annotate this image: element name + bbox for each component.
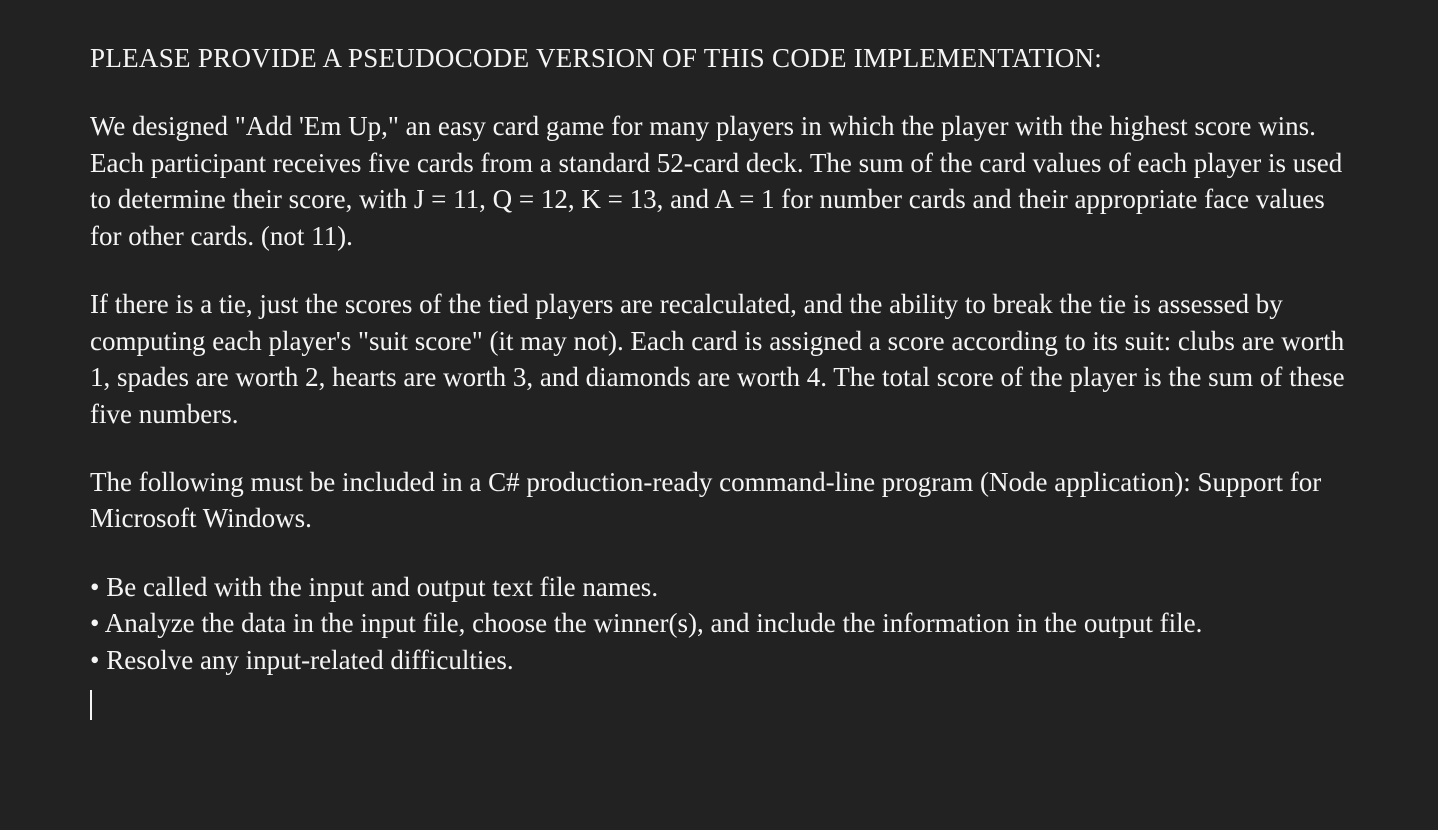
- text-cursor: [90, 690, 92, 720]
- bullet-list: • Be called with the input and output te…: [90, 569, 1348, 678]
- paragraph-2: If there is a tie, just the scores of th…: [90, 286, 1348, 432]
- document-heading: PLEASE PROVIDE A PSEUDOCODE VERSION OF T…: [90, 40, 1348, 76]
- paragraph-3: The following must be included in a C# p…: [90, 464, 1348, 537]
- paragraph-1: We designed "Add 'Em Up," an easy card g…: [90, 108, 1348, 254]
- bullet-item: • Resolve any input-related difficulties…: [90, 642, 1348, 678]
- bullet-item: • Analyze the data in the input file, ch…: [90, 605, 1348, 641]
- bullet-item: • Be called with the input and output te…: [90, 569, 1348, 605]
